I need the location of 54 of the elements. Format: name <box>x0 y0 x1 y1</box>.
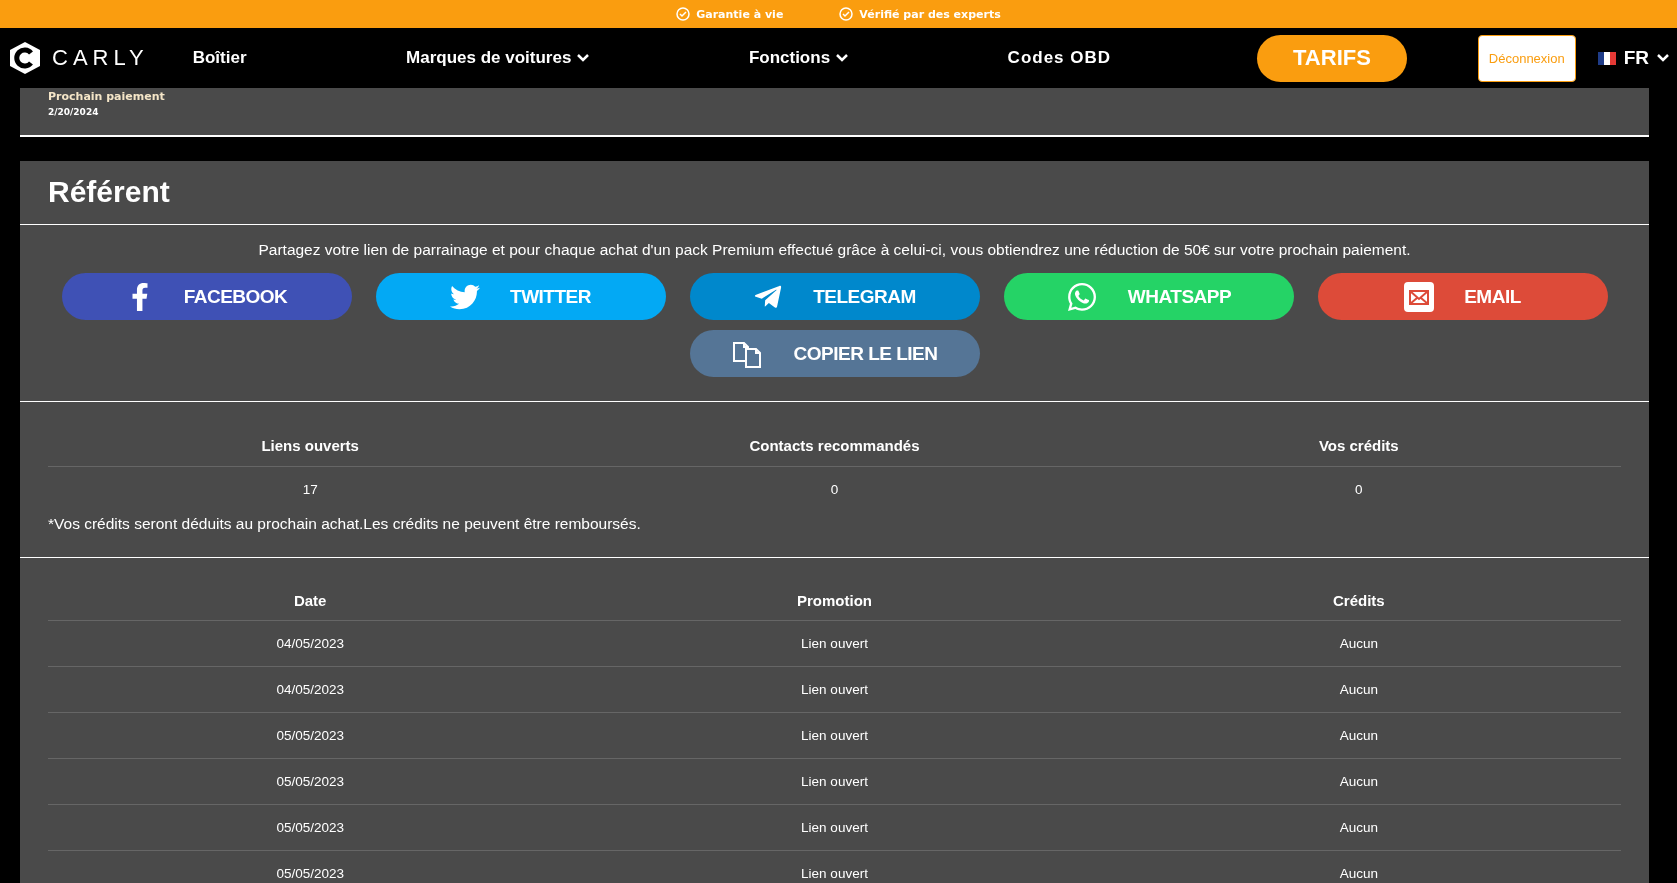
table-cell-text: 05/05/2023 <box>275 774 345 789</box>
column-header: Vos crédits <box>1317 436 1400 454</box>
check-circle-icon <box>839 7 854 21</box>
logo-icon <box>8 41 42 75</box>
whatsapp-icon <box>1065 280 1098 313</box>
nav-link[interactable]: Marques de voitures <box>406 48 590 68</box>
table-cell-text: 0 <box>829 481 840 497</box>
column-header: Liens ouverts <box>260 436 360 454</box>
share-button[interactable]: TELEGRAM <box>689 273 980 320</box>
description-text: Partagez votre lien de parrainage et pour chaque achat d'un pack Premium effectué grâce à celui-ci, vous obtiendrez une réduction de 50€ sur votre prochain paiement. <box>257 241 1412 259</box>
chevron-down-icon <box>1657 54 1669 62</box>
chevron-down-icon <box>577 54 590 62</box>
credits-note: *Vos crédits seront déduits au prochain achat.Les crédits ne peuvent être remboursés. <box>48 515 642 533</box>
table-cell-text: 05/05/2023 <box>275 866 345 881</box>
table-cell-text: Aucun <box>1338 728 1379 743</box>
flag-icon <box>1597 51 1616 65</box>
table-cell-text: 0 <box>1354 481 1364 497</box>
payment-label: Prochain paiement <box>48 90 166 103</box>
table-cell-text: 17 <box>301 481 319 497</box>
email-icon <box>1404 281 1435 312</box>
column-header: Crédits <box>1331 591 1386 609</box>
share-button[interactable]: FACEBOOK <box>61 273 352 320</box>
table-cell-text: 05/05/2023 <box>275 728 345 743</box>
column-header: Date <box>292 591 328 609</box>
table-cell-text: Aucun <box>1338 636 1379 651</box>
nav-link[interactable]: Fonctions <box>748 48 849 68</box>
table-cell-text: Aucun <box>1338 682 1379 697</box>
table-cell-text: Lien ouvert <box>800 728 869 743</box>
table-cell-text: Lien ouvert <box>800 820 869 835</box>
promo-text: Garantie à vie <box>696 7 784 21</box>
share-button[interactable]: EMAIL <box>1317 273 1608 320</box>
table-cell-text: Aucun <box>1338 866 1379 881</box>
table-cell-text: Lien ouvert <box>800 636 869 651</box>
payment-date: 2/20/2024 <box>48 107 100 117</box>
table-cell-text: 04/05/2023 <box>275 682 345 697</box>
table-cell-text: 04/05/2023 <box>275 636 345 651</box>
language-selector[interactable]: FR <box>1597 47 1669 69</box>
chevron-down-icon <box>836 54 849 62</box>
table-cell-text: Lien ouvert <box>800 774 869 789</box>
table-cell-text: Lien ouvert <box>800 866 869 881</box>
table-cell-text: 05/05/2023 <box>275 820 345 835</box>
share-button[interactable]: COPIER LE LIEN <box>689 330 980 377</box>
column-header: Contacts recommandés <box>748 436 921 454</box>
table-cell-text: Aucun <box>1338 820 1379 835</box>
nav-link[interactable]: Boîtier <box>192 48 247 68</box>
share-button[interactable]: TWITTER <box>375 273 666 320</box>
check-circle-icon <box>676 7 691 21</box>
table-cell-text: Aucun <box>1338 774 1379 789</box>
nav-link[interactable]: Codes OBD <box>1007 48 1112 68</box>
table-cell-text: Lien ouvert <box>800 682 869 697</box>
promo-text: Vérifié par des experts <box>859 7 1001 21</box>
column-header: Promotion <box>796 591 873 609</box>
logo-text: CARLY <box>52 45 149 71</box>
section-title: Référent <box>20 161 1649 225</box>
